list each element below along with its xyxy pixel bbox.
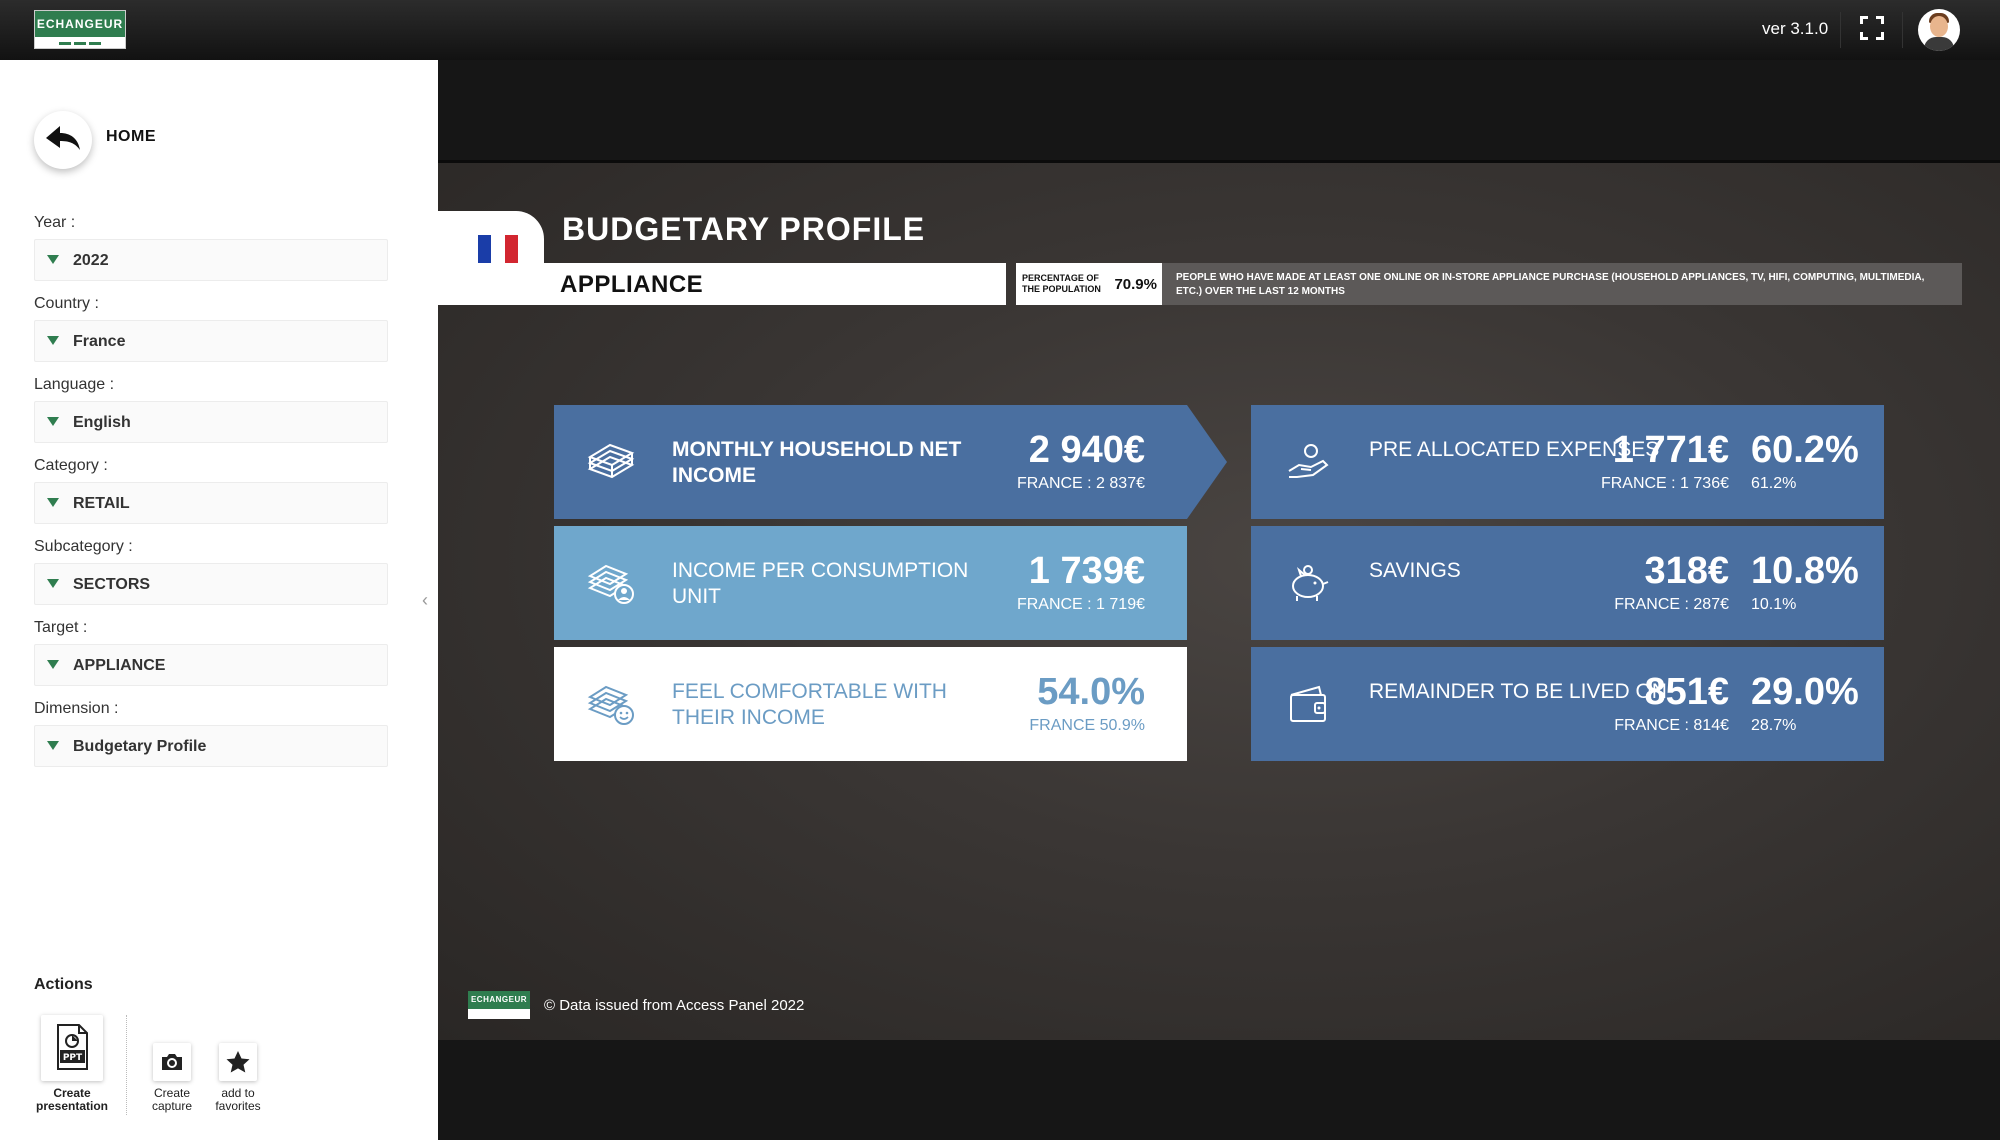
target-select[interactable]: APPLIANCE	[34, 644, 388, 686]
card-france-value: FRANCE : 1 719€	[1016, 596, 1145, 613]
dimension-value: Budgetary Profile	[73, 738, 207, 755]
card-label: FEEL COMFORTABLE WITH THEIR INCOME	[672, 680, 947, 729]
language-select[interactable]: English	[34, 401, 388, 443]
card-value: 1 771€	[1612, 429, 1729, 471]
main-area: BUDGETARY PROFILE APPLIANCE PERCENTAGE O…	[438, 60, 2000, 1140]
card-france-value: FRANCE : 1 736€	[1600, 475, 1729, 492]
collapse-sidebar-icon[interactable]: ‹	[422, 590, 428, 611]
report-panel: BUDGETARY PROFILE APPLIANCE PERCENTAGE O…	[438, 160, 2000, 1040]
card-pre-allocated-expenses: PRE ALLOCATED EXPENSES 1 771€ FRANCE : 1…	[1251, 405, 1884, 519]
create-capture-label: Create capture	[151, 1086, 193, 1113]
actions-title: Actions	[34, 976, 93, 993]
report-title: BUDGETARY PROFILE	[562, 211, 926, 247]
population-label: PERCENTAGE OF THE POPULATION	[1022, 273, 1101, 294]
hand-coin-icon	[1288, 444, 1329, 478]
france-flag-icon	[478, 235, 518, 263]
home-button[interactable]	[34, 111, 92, 169]
dropdown-caret-icon	[47, 660, 59, 669]
card-france-percentage: 10.1%	[1751, 596, 1797, 613]
wallet-icon	[1290, 685, 1326, 722]
language-label: Language :	[34, 376, 115, 393]
ppt-file-icon: PPT	[57, 1024, 88, 1070]
card-france-percentage: 28.7%	[1751, 717, 1797, 734]
version-label: ver 3.1.0	[1762, 19, 1829, 38]
category-value: RETAIL	[73, 495, 130, 512]
add-to-favorites-button[interactable]: add to favorites	[212, 1043, 264, 1113]
card-value: 851€	[1644, 671, 1729, 713]
ppt-badge-text: PPT	[63, 1053, 83, 1063]
target-description: PEOPLE WHO HAVE MADE AT LEAST ONE ONLINE…	[1176, 272, 1925, 297]
camera-icon	[162, 1054, 182, 1070]
create-capture-button[interactable]: Create capture	[148, 1043, 196, 1113]
card-france-value: FRANCE : 2 837€	[1016, 475, 1145, 492]
home-label: HOME	[106, 128, 156, 145]
create-presentation-button[interactable]: PPT Create presentation	[30, 1015, 114, 1113]
card-france-value: FRANCE : 814€	[1614, 717, 1729, 734]
report-subtitle: APPLIANCE	[560, 271, 704, 298]
dimension-label: Dimension :	[34, 700, 119, 717]
language-value: English	[73, 414, 131, 431]
top-bar: ECHANGEUR ver 3.1.0	[0, 0, 2000, 60]
add-to-favorites-label: add to favorites	[215, 1086, 261, 1113]
category-label: Category :	[34, 457, 108, 474]
footer-logo: ECHANGEUR	[468, 991, 530, 1019]
card-monthly-household-net-income: MONTHLY HOUSEHOLD NET INCOME 2 940€ FRAN…	[554, 405, 1187, 519]
star-icon	[226, 1051, 250, 1073]
card-france-value: FRANCE 50.9%	[1029, 717, 1145, 734]
create-presentation-label: Create presentation	[35, 1086, 108, 1113]
population-box: PERCENTAGE OF THE POPULATION 70.9%	[1016, 263, 1162, 305]
country-select[interactable]: France	[34, 320, 388, 362]
subcategory-value: SECTORS	[73, 576, 151, 593]
card-remainder-to-be-lived-on: REMAINDER TO BE LIVED ON 851€ FRANCE : 8…	[1251, 647, 1884, 761]
card-value: 1 739€	[1028, 550, 1145, 592]
year-value: 2022	[73, 252, 109, 269]
card-france-percentage: 61.2%	[1751, 475, 1797, 492]
card-label: INCOME PER CONSUMPTION UNIT	[672, 559, 969, 608]
country-value: France	[73, 333, 126, 350]
subcategory-select[interactable]: SECTORS	[34, 563, 388, 605]
user-avatar[interactable]	[1918, 9, 1960, 51]
dropdown-caret-icon	[47, 417, 59, 426]
arrow-pointer-icon	[1187, 405, 1227, 519]
card-label: SAVINGS	[1369, 559, 1461, 582]
card-savings: SAVINGS 318€ FRANCE : 287€ 10.8% 10.1%	[1251, 526, 1884, 640]
year-select[interactable]: 2022	[34, 239, 388, 281]
piggy-bank-icon	[1292, 565, 1329, 601]
target-label: Target :	[34, 619, 88, 636]
footer-logo-text: ECHANGEUR	[468, 991, 530, 1009]
card-feel-comfortable: FEEL COMFORTABLE WITH THEIR INCOME 54.0%…	[554, 647, 1187, 761]
fullscreen-icon[interactable]	[1860, 16, 1884, 40]
card-percentage: 10.8%	[1751, 550, 1859, 592]
money-smile-icon	[587, 685, 634, 725]
card-value: 318€	[1644, 550, 1729, 592]
population-value: 70.9%	[1114, 276, 1157, 293]
card-percentage: 29.0%	[1751, 671, 1859, 713]
dropdown-caret-icon	[47, 579, 59, 588]
sidebar: HOME Year : 2022 Country : France Langua…	[0, 60, 438, 1140]
card-france-value: FRANCE : 287€	[1614, 596, 1729, 613]
subcategory-label: Subcategory :	[34, 538, 133, 555]
dropdown-caret-icon	[47, 741, 59, 750]
logo-text: ECHANGEUR	[35, 11, 125, 37]
footer-source: © Data issued from Access Panel 2022	[544, 997, 805, 1014]
dropdown-caret-icon	[47, 336, 59, 345]
country-label: Country :	[34, 295, 99, 312]
target-value: APPLIANCE	[73, 657, 166, 674]
back-arrow-icon	[46, 126, 80, 150]
year-label: Year :	[34, 214, 76, 231]
money-person-icon	[587, 564, 634, 604]
card-label: REMAINDER TO BE LIVED ON	[1369, 680, 1667, 703]
target-description-box: PEOPLE WHO HAVE MADE AT LEAST ONE ONLINE…	[1162, 263, 1962, 305]
dropdown-caret-icon	[47, 498, 59, 507]
card-value: 54.0%	[1037, 671, 1145, 713]
card-value: 2 940€	[1028, 429, 1145, 471]
category-select[interactable]: RETAIL	[34, 482, 388, 524]
app-logo[interactable]: ECHANGEUR	[34, 10, 126, 49]
card-income-per-consumption-unit: INCOME PER CONSUMPTION UNIT 1 739€ FRANC…	[554, 526, 1187, 640]
dimension-select[interactable]: Budgetary Profile	[34, 725, 388, 767]
card-percentage: 60.2%	[1751, 429, 1859, 471]
card-label: MONTHLY HOUSEHOLD NET INCOME	[672, 438, 962, 487]
money-stack-icon	[587, 443, 635, 479]
dropdown-caret-icon	[47, 255, 59, 264]
